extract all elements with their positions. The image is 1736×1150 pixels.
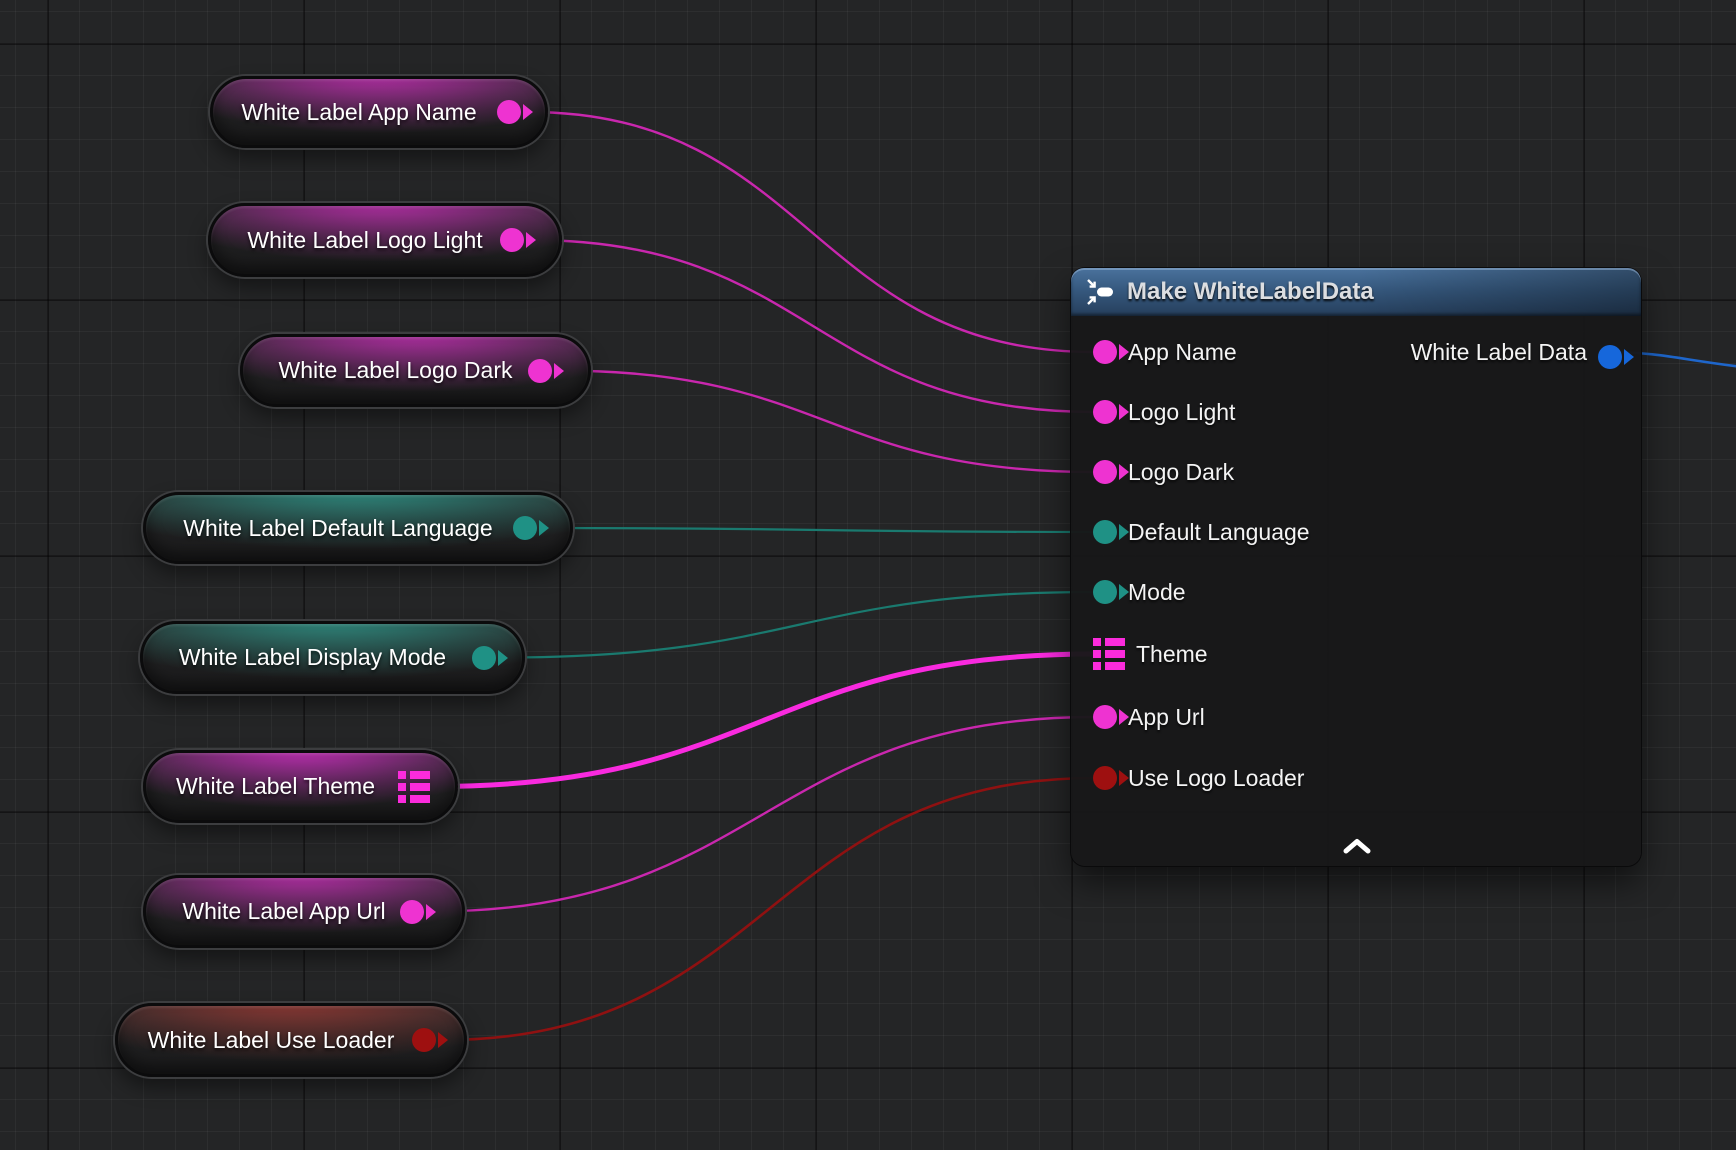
output-pin-use-loader[interactable] bbox=[412, 1028, 436, 1052]
input-row-app-url: App Url bbox=[1093, 700, 1205, 734]
variable-node-label: White Label Logo Light bbox=[233, 206, 497, 274]
variable-node-label: White Label App Name bbox=[235, 79, 483, 145]
wire-app-url[interactable] bbox=[431, 717, 1095, 912]
variable-node-use-loader[interactable]: White Label Use Loader bbox=[115, 1003, 467, 1077]
input-pin-label: Logo Light bbox=[1128, 399, 1235, 426]
input-pin-label: Logo Dark bbox=[1128, 459, 1234, 486]
input-pin-label: App Url bbox=[1128, 704, 1205, 731]
input-pin-use-logo-loader[interactable] bbox=[1093, 766, 1117, 790]
variable-node-app-url[interactable]: White Label App Url bbox=[143, 875, 465, 948]
input-pin-app-name[interactable] bbox=[1093, 340, 1117, 364]
input-pin-label: Mode bbox=[1128, 579, 1186, 606]
make-node-title: Make WhiteLabelData bbox=[1127, 278, 1374, 306]
variable-node-label: White Label App Url bbox=[168, 878, 400, 945]
map-struct-pin-icon bbox=[1093, 638, 1125, 670]
map-struct-pin-icon bbox=[398, 771, 430, 803]
input-pin-logo-dark[interactable] bbox=[1093, 460, 1117, 484]
output-pin-theme[interactable] bbox=[398, 771, 430, 803]
output-pin-app-name[interactable] bbox=[497, 100, 521, 124]
make-struct-icon bbox=[1085, 277, 1115, 307]
wire-logo-light[interactable] bbox=[531, 240, 1095, 412]
make-node-header[interactable]: Make WhiteLabelData bbox=[1071, 268, 1641, 316]
collapse-node-button[interactable] bbox=[1340, 837, 1374, 855]
output-pin-label: White Label Data bbox=[1411, 339, 1587, 366]
wire-use-loader[interactable] bbox=[443, 778, 1095, 1040]
input-row-theme: Theme bbox=[1093, 637, 1208, 671]
output-pin-logo-light[interactable] bbox=[500, 228, 524, 252]
variable-node-theme[interactable]: White Label Theme bbox=[143, 750, 458, 823]
variable-node-display-mode[interactable]: White Label Display Mode bbox=[140, 621, 525, 694]
input-pin-theme[interactable] bbox=[1093, 638, 1125, 670]
input-row-logo-light: Logo Light bbox=[1093, 395, 1235, 429]
output-pin-default-language[interactable] bbox=[513, 516, 537, 540]
output-pin-app-url[interactable] bbox=[400, 900, 424, 924]
struct-node-make-whitelabeldata[interactable]: Make WhiteLabelData App Name Logo Light Lo… bbox=[1071, 268, 1641, 866]
input-pin-default-language[interactable] bbox=[1093, 520, 1117, 544]
input-row-app-name: App Name bbox=[1093, 335, 1237, 369]
wire-app-name[interactable] bbox=[528, 112, 1095, 352]
output-pin-display-mode[interactable] bbox=[472, 646, 496, 670]
wire-logo-dark[interactable] bbox=[559, 371, 1095, 473]
input-pin-label: App Name bbox=[1128, 339, 1237, 366]
output-pin-white-label-data[interactable] bbox=[1598, 345, 1622, 369]
input-pin-label: Default Language bbox=[1128, 519, 1310, 546]
variable-node-logo-light[interactable]: White Label Logo Light bbox=[208, 203, 562, 277]
variable-node-app-name[interactable]: White Label App Name bbox=[210, 76, 548, 148]
input-pin-logo-light[interactable] bbox=[1093, 400, 1117, 424]
variable-node-label: White Label Display Mode bbox=[165, 624, 460, 691]
input-row-mode: Mode bbox=[1093, 575, 1186, 609]
input-pin-label: Use Logo Loader bbox=[1128, 765, 1304, 792]
variable-node-label: White Label Logo Dark bbox=[265, 337, 526, 404]
blueprint-graph-canvas[interactable]: White Label App Name White Label Logo Lig… bbox=[0, 0, 1736, 1150]
output-row-white-label-data: White Label Data bbox=[1411, 335, 1622, 369]
input-pin-label: Theme bbox=[1136, 641, 1208, 668]
variable-node-label: White Label Use Loader bbox=[140, 1006, 402, 1074]
input-row-logo-dark: Logo Dark bbox=[1093, 455, 1234, 489]
input-row-use-logo-loader: Use Logo Loader bbox=[1093, 761, 1304, 795]
wire-display-mode[interactable] bbox=[503, 592, 1095, 658]
input-pin-app-url[interactable] bbox=[1093, 705, 1117, 729]
output-pin-logo-dark[interactable] bbox=[528, 359, 552, 383]
variable-node-label: White Label Default Language bbox=[168, 495, 508, 561]
wire-default-language[interactable] bbox=[544, 528, 1095, 532]
variable-node-label: White Label Theme bbox=[168, 753, 383, 820]
variable-node-logo-dark[interactable]: White Label Logo Dark bbox=[240, 334, 591, 407]
input-row-default-language: Default Language bbox=[1093, 515, 1310, 549]
variable-node-default-language[interactable]: White Label Default Language bbox=[143, 492, 573, 564]
input-pin-mode[interactable] bbox=[1093, 580, 1117, 604]
wire-theme[interactable] bbox=[433, 654, 1095, 787]
chevron-up-icon bbox=[1341, 838, 1373, 854]
